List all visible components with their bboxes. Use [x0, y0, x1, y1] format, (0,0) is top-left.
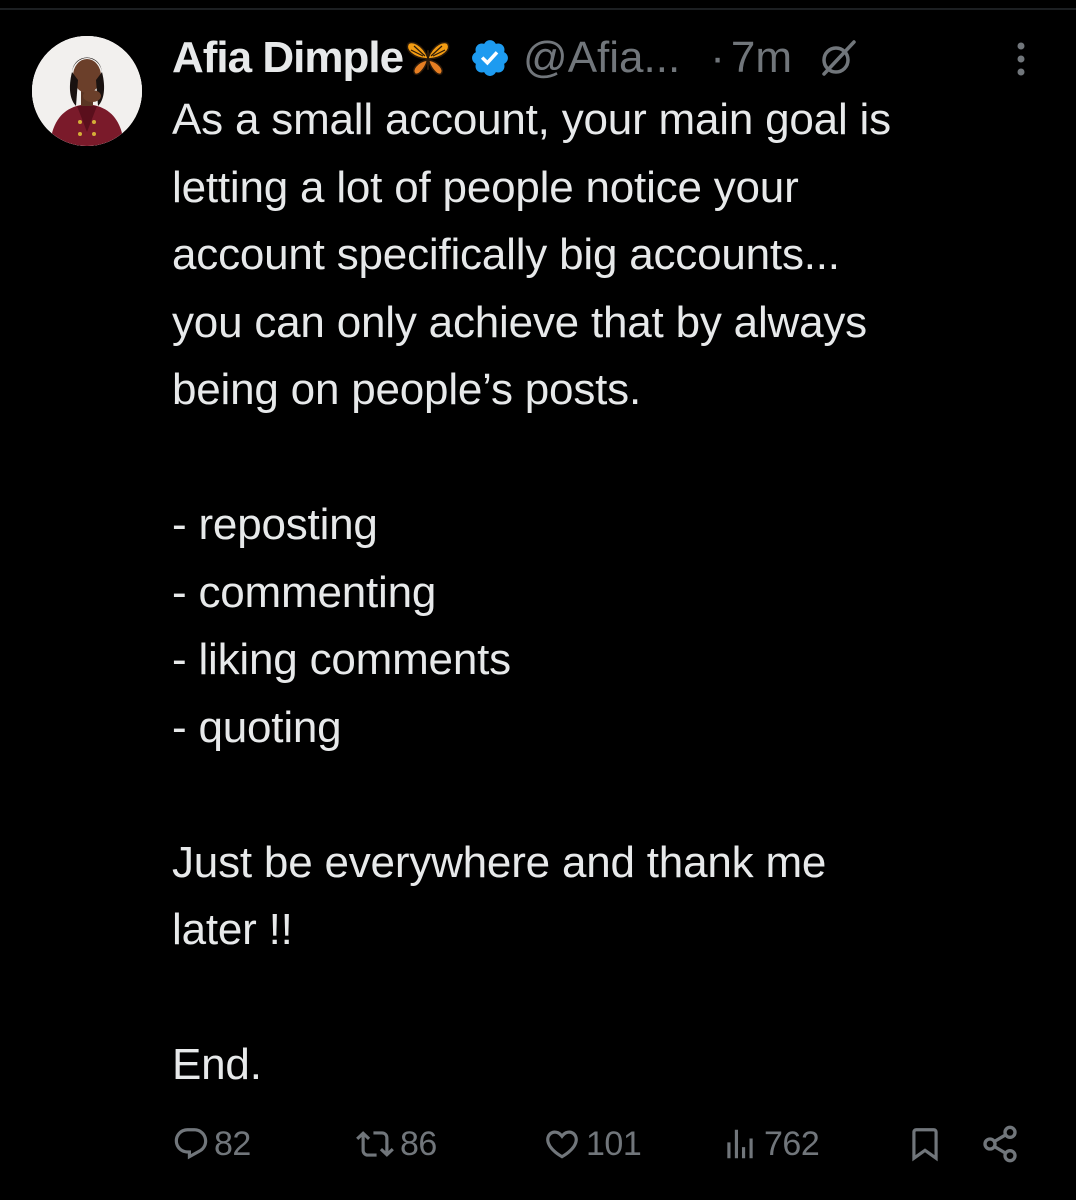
separator-dot: · [710, 33, 725, 82]
post-text: As a small account, your main goal is le… [172, 86, 1052, 1099]
repost-icon [356, 1131, 394, 1157]
repost-count: 86 [400, 1124, 437, 1163]
reply-count: 82 [214, 1124, 251, 1163]
like-count: 101 [586, 1124, 642, 1163]
post-line: being on people’s posts. [172, 365, 641, 414]
post-line: letting a lot of people notice your [172, 162, 799, 212]
author-handle[interactable]: @Afia... [523, 33, 680, 83]
like-button[interactable]: 101 [542, 1116, 642, 1172]
post-line: account specifically big accounts... [172, 230, 840, 279]
post-line: Just be everywhere and thank me [172, 837, 827, 887]
verified-badge-icon [469, 37, 511, 79]
author-name[interactable]: Afia Dimple [172, 33, 404, 83]
tweet[interactable]: Afia Dimple @Afia... · 7m As a small acc… [0, 0, 1076, 1200]
repost-button[interactable]: 86 [354, 1116, 437, 1172]
post-time[interactable]: 7m [731, 33, 792, 83]
reply-button[interactable]: 82 [172, 1116, 251, 1172]
views-count: 762 [764, 1124, 820, 1163]
post-line: - reposting [172, 500, 378, 549]
post-line: End. [172, 1040, 262, 1089]
post-line: you can only achieve that by always [172, 297, 867, 347]
post-line-blank [172, 761, 1052, 829]
post-line: As a small account, your main goal is [172, 95, 891, 144]
share-icon [983, 1125, 1017, 1163]
share-button[interactable] [980, 1116, 1020, 1172]
action-bar: 82 86 101 762 [172, 1116, 1032, 1172]
avatar[interactable] [32, 36, 142, 146]
tweet-header: Afia Dimple @Afia... · 7m [172, 26, 1052, 90]
views-button[interactable]: 762 [720, 1116, 820, 1172]
reply-icon [174, 1128, 208, 1160]
butterfly-icon [405, 38, 451, 78]
more-options-icon[interactable] [1008, 38, 1034, 80]
bookmark-button[interactable] [906, 1116, 944, 1172]
post-line: - liking comments [172, 635, 511, 684]
views-icon [727, 1129, 753, 1159]
post-line-blank [172, 424, 1052, 492]
bookmark-icon [912, 1128, 938, 1162]
grok-icon[interactable] [816, 36, 860, 80]
post-line-blank [172, 964, 1052, 1032]
post-line: later !! [172, 905, 293, 954]
heart-icon [546, 1130, 578, 1159]
post-line: - quoting [172, 702, 342, 752]
post-line: - commenting [172, 567, 437, 617]
